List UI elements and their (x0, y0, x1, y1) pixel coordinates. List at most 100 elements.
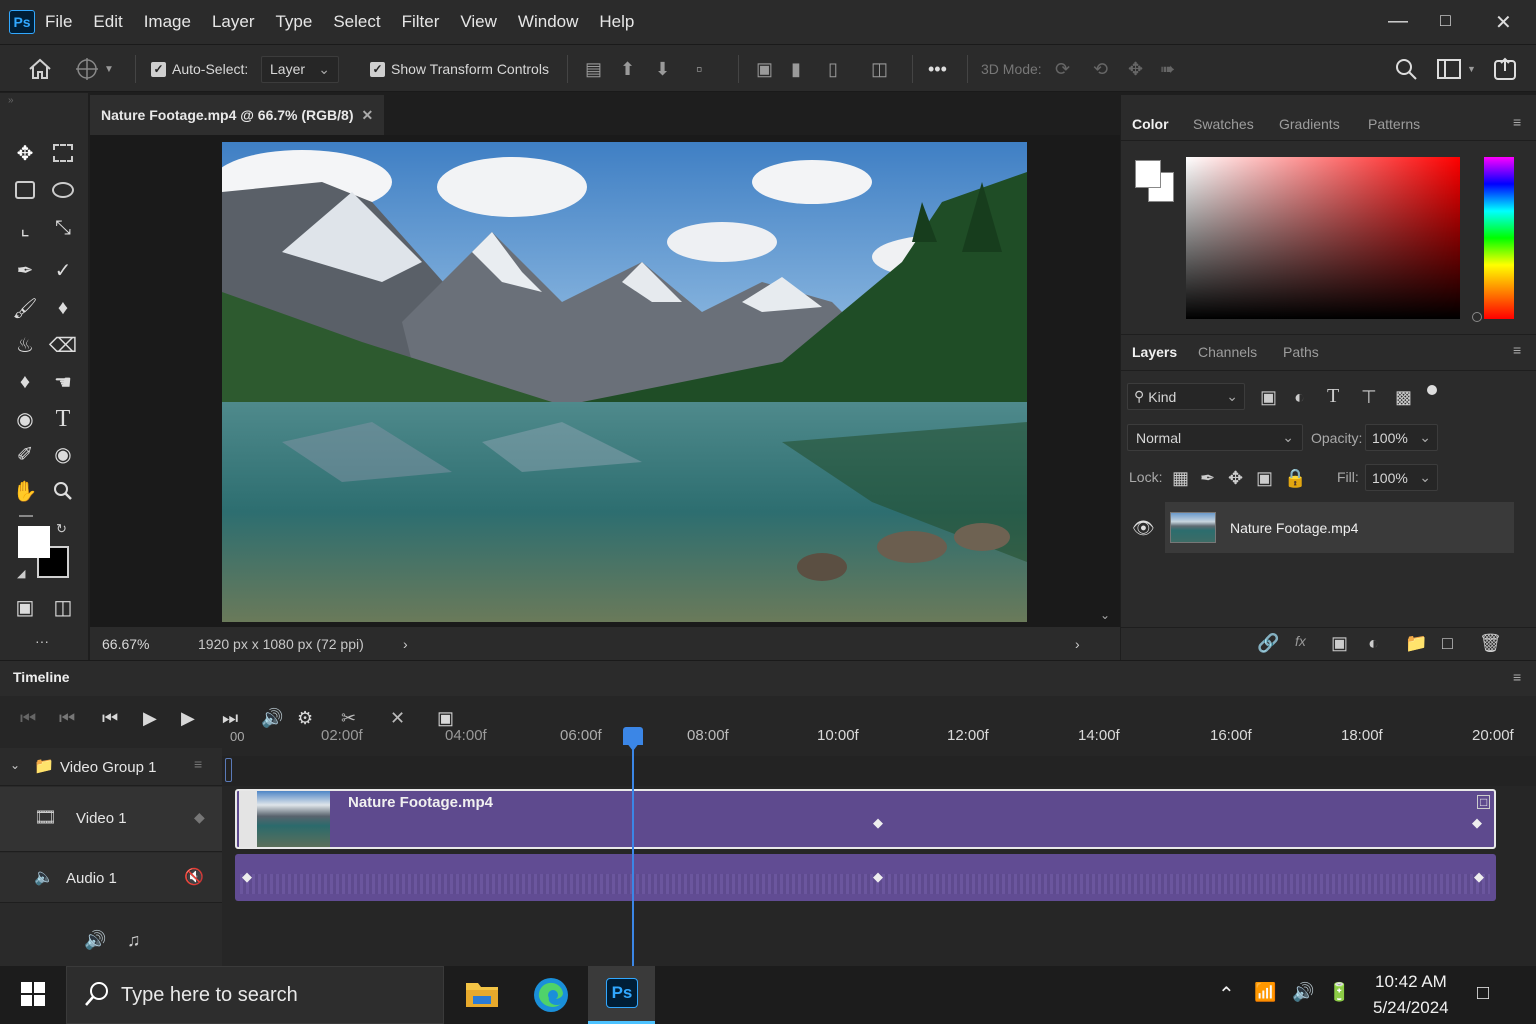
panel-menu-icon[interactable]: ≡ (1513, 342, 1521, 358)
add-mask-icon[interactable]: ▣ (1331, 633, 1348, 654)
artboard-tool-icon[interactable] (10, 175, 40, 205)
opacity-field[interactable]: 100% ⌄ (1365, 424, 1438, 451)
transition-icon[interactable]: ✕ (390, 708, 405, 729)
new-layer-icon[interactable]: □ (1442, 633, 1453, 654)
lock-pixels-icon[interactable]: ✒ (1200, 468, 1215, 489)
go-to-last-frame-icon[interactable]: ⏭ (222, 708, 238, 729)
battery-icon[interactable]: 🔋 (1328, 982, 1350, 1003)
layer-name[interactable]: Nature Footage.mp4 (1230, 520, 1358, 536)
3d-slide-icon[interactable]: ➠ (1160, 45, 1175, 93)
settings-gear-icon[interactable]: ⚙ (297, 708, 313, 729)
3d-orbit-icon[interactable]: ⟳ (1055, 45, 1070, 93)
tab-channels[interactable]: Channels (1198, 344, 1257, 360)
share-icon[interactable] (1493, 45, 1517, 93)
menu-view[interactable]: View (460, 12, 497, 32)
keyframe-diamond-icon[interactable]: ◆ (194, 809, 205, 826)
document-tab[interactable]: Nature Footage.mp4 @ 66.7% (RGB/8) ✕ (90, 95, 384, 135)
clock-date[interactable]: 5/24/2024 (1373, 998, 1449, 1018)
menu-file[interactable]: File (45, 12, 72, 32)
pen-tool-icon[interactable]: ✐ (10, 439, 40, 469)
zoom-tool-icon[interactable] (48, 476, 78, 506)
network-icon[interactable]: 📶 (1254, 982, 1276, 1003)
render-video-icon[interactable]: ▣ (437, 708, 454, 729)
group-start-marker[interactable] (225, 758, 232, 782)
menu-help[interactable]: Help (599, 12, 634, 32)
home-icon[interactable] (28, 45, 52, 93)
keyframe-diamond-icon[interactable]: ◆ (1474, 869, 1484, 885)
keyframe-diamond-icon[interactable]: ◆ (873, 869, 883, 885)
music-note-icon[interactable]: ♫ (127, 930, 141, 951)
chevron-right-icon[interactable]: › (403, 636, 408, 652)
audio-mute-icon[interactable]: 🔊 (261, 708, 283, 729)
screen-mode-icon[interactable]: ◫ (48, 592, 78, 622)
hand-tool-icon[interactable]: ✋ (10, 476, 40, 506)
chevron-up-icon[interactable]: ⌃ (1218, 982, 1235, 1007)
move-tool-preset-icon[interactable]: ▼ (74, 45, 114, 93)
layer-style-icon[interactable]: fx (1295, 633, 1306, 649)
audio-mute-toggle-icon[interactable]: 🔇 (184, 867, 204, 887)
panel-menu-icon[interactable]: ≡ (1513, 114, 1521, 130)
foreground-color-swatch[interactable] (1135, 160, 1161, 188)
eyedropper-icon[interactable]: ✒ (10, 255, 40, 285)
tab-swatches[interactable]: Swatches (1193, 116, 1254, 132)
swap-colors-icon[interactable]: ↻ (56, 521, 67, 537)
fill-tool-icon[interactable]: ♦ (10, 367, 40, 397)
tab-color[interactable]: Color (1132, 116, 1169, 132)
windows-start-icon[interactable] (21, 982, 45, 1006)
shape-tool-icon[interactable]: ◉ (48, 439, 78, 469)
scroll-down-icon[interactable]: ⌄ (1100, 608, 1110, 622)
type-filter-icon[interactable]: T (1327, 385, 1339, 408)
crop-tool-icon[interactable]: ⌞ (10, 213, 40, 243)
layer-filter-dropdown[interactable]: ⚲ Kind ⌄ (1127, 383, 1245, 410)
menu-window[interactable]: Window (518, 12, 578, 32)
distribute-icon[interactable]: ▫ (696, 45, 702, 93)
align-middle-icon[interactable]: ▮ (791, 45, 801, 93)
shape-filter-icon[interactable]: ⊤ (1361, 387, 1377, 408)
menu-select[interactable]: Select (333, 12, 380, 32)
menu-filter[interactable]: Filter (402, 12, 440, 32)
pixel-filter-icon[interactable]: ▣ (1260, 387, 1277, 408)
dodge-tool-icon[interactable]: ◉ (10, 404, 40, 434)
lasso-tool-icon[interactable] (48, 175, 78, 205)
adjustment-layer-icon[interactable]: ◐ (1368, 633, 1379, 654)
new-group-icon[interactable]: 📁 (1405, 633, 1427, 654)
chevron-right-icon[interactable]: › (1075, 636, 1080, 652)
adjustment-filter-icon[interactable]: ◐ (1294, 387, 1305, 408)
more-options-button[interactable]: ••• (928, 45, 947, 93)
hue-slider[interactable] (1484, 157, 1514, 319)
align-right-icon[interactable]: ⬇ (655, 45, 670, 93)
smart-object-filter-icon[interactable]: ▩ (1395, 387, 1412, 408)
blend-mode-dropdown[interactable]: Normal ⌄ (1127, 424, 1303, 451)
align-top-icon[interactable]: ▣ (756, 45, 773, 93)
chevron-down-icon[interactable]: ⌄ (10, 758, 20, 772)
color-picker-cursor[interactable] (1472, 312, 1482, 322)
3d-pan-icon[interactable]: ✥ (1128, 45, 1143, 93)
history-brush-icon[interactable]: ♨ (10, 330, 40, 360)
align-left-icon[interactable]: ▤ (585, 45, 602, 93)
align-center-icon[interactable]: ⬆ (620, 45, 635, 93)
default-colors-icon[interactable]: ◢ (17, 567, 25, 580)
canvas-image[interactable] (222, 142, 1027, 622)
align-bottom-icon[interactable]: ▯ (828, 45, 838, 93)
tab-layers[interactable]: Layers (1132, 344, 1177, 360)
track-menu-icon[interactable]: ≡ (194, 756, 202, 772)
video-track-header[interactable]: 🎞 Video 1 ◆ (0, 787, 222, 852)
quick-mask-icon[interactable]: ▣ (10, 592, 40, 622)
visibility-eye-icon[interactable]: 👁 (1132, 518, 1155, 539)
workspace-icon[interactable]: ▼ (1437, 45, 1476, 93)
search-icon[interactable] (1395, 45, 1417, 93)
lock-artboard-icon[interactable]: ▣ (1256, 468, 1273, 489)
previous-frame-icon[interactable]: ⏮ (102, 708, 118, 729)
stamp-tool-icon[interactable]: ♦ (48, 293, 78, 323)
keyframe-diamond-icon[interactable]: ◆ (1472, 815, 1482, 831)
clock-time[interactable]: 10:42 AM (1375, 972, 1447, 992)
tab-patterns[interactable]: Patterns (1368, 116, 1420, 132)
more-tools-icon[interactable]: ··· (35, 633, 49, 649)
show-transform-checkbox[interactable]: ✓ Show Transform Controls (370, 45, 549, 93)
menu-edit[interactable]: Edit (93, 12, 122, 32)
lock-transparent-icon[interactable]: ▦ (1172, 468, 1189, 489)
delete-layer-icon[interactable]: 🗑 (1479, 633, 1502, 654)
close-tab-icon[interactable]: ✕ (361, 107, 373, 124)
foreground-color-swatch[interactable] (18, 526, 50, 558)
go-to-first-frame-icon[interactable]: ⏮ (20, 708, 36, 729)
